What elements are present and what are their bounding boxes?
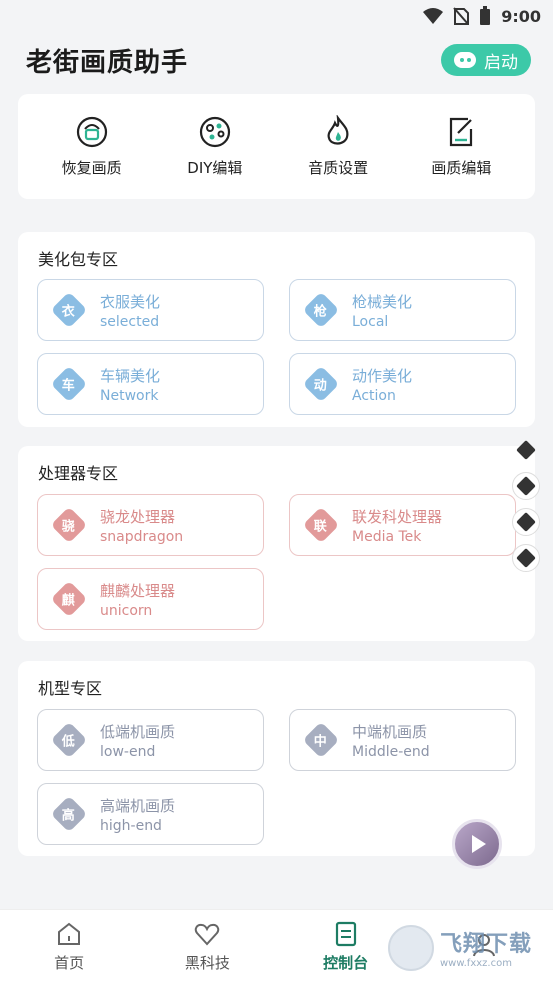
tab-home[interactable]: 首页 bbox=[0, 910, 138, 983]
processor-section: 处理器专区 骁 骁龙处理器 snapdragon 联 联发科处理器 Media Te… bbox=[18, 446, 535, 641]
tab-label: 控制台 bbox=[323, 954, 369, 972]
tool-button-1-icon[interactable] bbox=[512, 472, 540, 500]
snapdragon-badge-icon: 骁 bbox=[50, 506, 88, 544]
floating-video-button[interactable] bbox=[452, 819, 502, 869]
tile-high-end[interactable]: 高 高端机画质 high-end bbox=[37, 783, 264, 845]
tile-subtitle: Local bbox=[352, 313, 389, 330]
section-title: 处理器专区 bbox=[38, 464, 119, 483]
tile-vehicle[interactable]: 车 车辆美化 Network bbox=[37, 353, 264, 415]
home-icon bbox=[58, 922, 81, 945]
palette-icon bbox=[199, 116, 230, 148]
flame-icon bbox=[327, 115, 349, 145]
tile-subtitle: Middle-end bbox=[352, 743, 430, 760]
quick-action-label: 画质编辑 bbox=[431, 159, 492, 177]
high-end-badge-icon: 高 bbox=[50, 795, 88, 833]
beautify-section: 美化包专区 衣 衣服美化 selected 枪 枪械美化 Local 车 车辆美化 N… bbox=[18, 232, 535, 427]
tile-name: 中端机画质 bbox=[352, 722, 428, 741]
quick-action-label: 恢复画质 bbox=[61, 159, 122, 177]
tile-name: 麒麟处理器 bbox=[100, 581, 176, 600]
app-header: 老街画质助手 启动 bbox=[0, 40, 553, 84]
tile-weapon[interactable]: 枪 枪械美化 Local bbox=[289, 279, 516, 341]
tab-label: 首页 bbox=[54, 954, 85, 972]
tile-middle-end[interactable]: 中 中端机画质 Middle-end bbox=[289, 709, 516, 771]
no-sim-icon bbox=[453, 7, 470, 25]
play-icon bbox=[472, 835, 486, 853]
tile-subtitle: selected bbox=[100, 313, 160, 330]
tab-label: 黑科技 bbox=[184, 954, 230, 972]
tile-name: 低端机画质 bbox=[100, 722, 176, 741]
watermark-url: www.fxxz.com bbox=[440, 958, 512, 969]
tile-subtitle: Action bbox=[352, 387, 396, 404]
quick-action-sound[interactable]: 音质设置 bbox=[283, 115, 393, 178]
status-bar: 9:00 bbox=[0, 0, 553, 32]
kirin-badge-icon: 麒 bbox=[50, 580, 88, 618]
document-icon bbox=[335, 921, 356, 947]
quick-action-restore[interactable]: 恢复画质 bbox=[37, 115, 147, 178]
tile-name: 高端机画质 bbox=[100, 796, 176, 815]
tile-subtitle: unicorn bbox=[100, 602, 153, 619]
tile-name: 衣服美化 bbox=[100, 292, 161, 311]
tile-name: 骁龙处理器 bbox=[100, 507, 176, 526]
gamepad-icon bbox=[454, 52, 476, 68]
quick-actions-card: 恢复画质 DIY编辑 音质设置 画质编辑 bbox=[18, 94, 535, 199]
low-end-badge-icon: 低 bbox=[50, 721, 88, 759]
tile-clothing[interactable]: 衣 衣服美化 selected bbox=[37, 279, 264, 341]
status-time: 9:00 bbox=[501, 6, 541, 26]
tile-name: 车辆美化 bbox=[100, 366, 161, 385]
mediatek-badge-icon: 联 bbox=[302, 506, 340, 544]
heart-icon bbox=[195, 923, 220, 946]
tile-subtitle: Media Tek bbox=[352, 528, 422, 545]
tile-kirin[interactable]: 麒 麒麟处理器 unicorn bbox=[37, 568, 264, 630]
watermark-logo-icon bbox=[388, 924, 434, 971]
tile-mediatek[interactable]: 联 联发科处理器 Media Tek bbox=[289, 494, 516, 556]
battery-icon bbox=[480, 6, 491, 25]
watermark: 飞翔下载 www.fxxz.com bbox=[388, 920, 548, 975]
wifi-icon bbox=[423, 8, 444, 24]
quick-action-label: DIY编辑 bbox=[187, 159, 243, 177]
tool-button-3-icon[interactable] bbox=[512, 544, 540, 572]
tile-subtitle: high-end bbox=[100, 817, 162, 834]
tile-name: 枪械美化 bbox=[352, 292, 413, 311]
tile-name: 联发科处理器 bbox=[352, 507, 443, 526]
quick-action-label: 音质设置 bbox=[308, 159, 369, 177]
app-title: 老街画质助手 bbox=[26, 48, 189, 78]
watermark-text: 飞翔下载 bbox=[440, 932, 533, 957]
clothing-badge-icon: 衣 bbox=[50, 291, 88, 329]
action-badge-icon: 动 bbox=[302, 365, 340, 403]
tile-subtitle: snapdragon bbox=[100, 528, 184, 545]
weapon-badge-icon: 枪 bbox=[302, 291, 340, 329]
tile-subtitle: Network bbox=[100, 387, 159, 404]
quick-action-picture[interactable]: 画质编辑 bbox=[406, 115, 516, 178]
tab-black-tech[interactable]: 黑科技 bbox=[138, 910, 276, 983]
section-title: 美化包专区 bbox=[38, 250, 119, 269]
move-handle-icon[interactable] bbox=[512, 436, 540, 464]
tile-subtitle: low-end bbox=[100, 743, 156, 760]
vehicle-badge-icon: 车 bbox=[50, 365, 88, 403]
middle-end-badge-icon: 中 bbox=[302, 721, 340, 759]
edit-icon bbox=[450, 117, 473, 147]
tile-snapdragon[interactable]: 骁 骁龙处理器 snapdragon bbox=[37, 494, 264, 556]
quick-action-diy[interactable]: DIY编辑 bbox=[160, 115, 270, 178]
tile-name: 动作美化 bbox=[352, 366, 413, 385]
start-button-label: 启动 bbox=[484, 52, 518, 73]
tile-low-end[interactable]: 低 低端机画质 low-end bbox=[37, 709, 264, 771]
start-button[interactable]: 启动 bbox=[441, 44, 531, 76]
section-title: 机型专区 bbox=[38, 679, 103, 698]
floating-toolbar bbox=[511, 436, 541, 572]
restore-icon bbox=[76, 116, 107, 148]
tool-button-2-icon[interactable] bbox=[512, 508, 540, 536]
tile-action[interactable]: 动 动作美化 Action bbox=[289, 353, 516, 415]
